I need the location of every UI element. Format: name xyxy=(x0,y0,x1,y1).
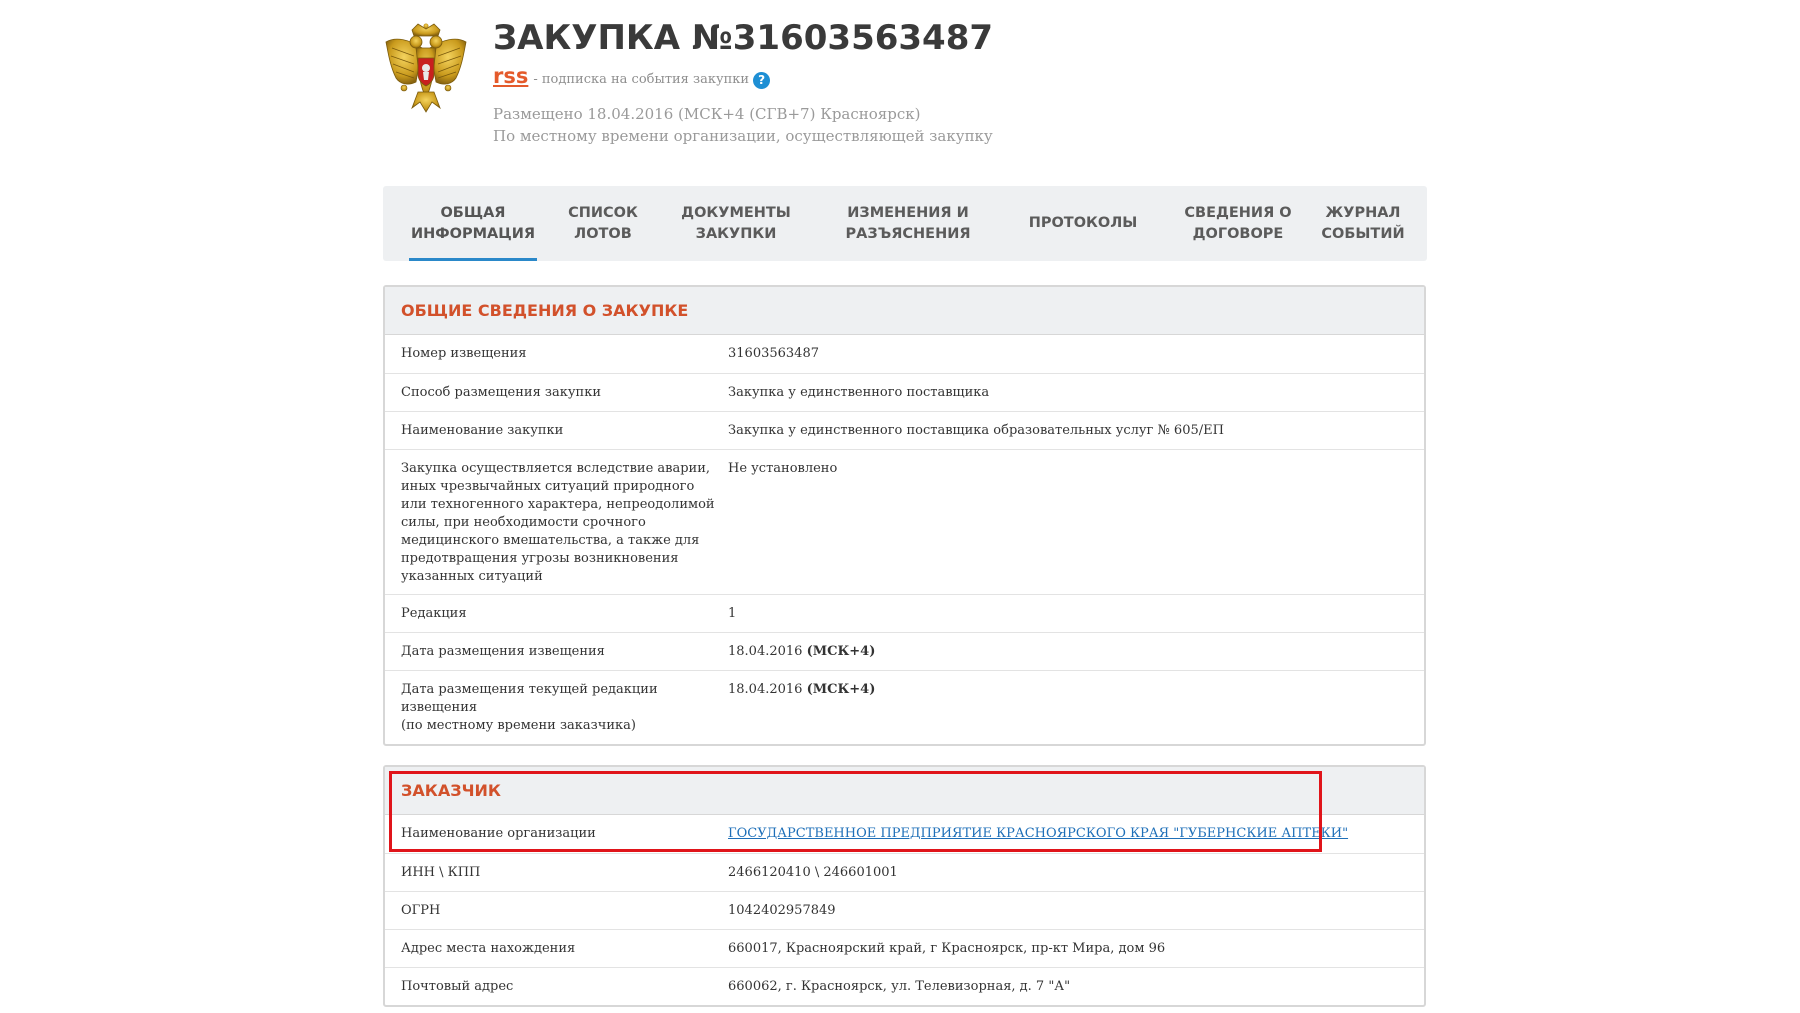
row-label: Дата размещения текущей редакции извещен… xyxy=(401,682,658,733)
row-value: ГОСУДАРСТВЕННОЕ ПРЕДПРИЯТИЕ КРАСНОЯРСКОГ… xyxy=(728,815,1348,853)
posted-info: Размещено 18.04.2016 (МСК+4 (СГВ+7) Крас… xyxy=(493,103,993,147)
row-label: Наименование организации xyxy=(401,826,596,841)
section-header: ЗАКАЗЧИК xyxy=(385,767,1424,815)
table-row: Адрес места нахождения 660017, Красноярс… xyxy=(385,929,1424,967)
table-row: Дата размещения текущей редакции извещен… xyxy=(385,670,1424,744)
rss-description: - подписка на события закупки xyxy=(533,72,750,87)
row-label: Дата размещения извещения xyxy=(401,644,605,659)
row-value: 2466120410 \ 246601001 xyxy=(728,865,898,880)
row-label: Наименование закупки xyxy=(401,423,564,438)
general-info-section: ОБЩИЕ СВЕДЕНИЯ О ЗАКУПКЕ Номер извещения… xyxy=(383,285,1426,746)
row-value: 660017, Красноярский край, г Красноярск,… xyxy=(728,941,1166,956)
row-value: Не установлено xyxy=(728,461,838,476)
row-value: Закупка у единственного поставщика образ… xyxy=(728,423,1224,438)
date-value: 18.04.2016 xyxy=(728,644,803,659)
table-row: Закупка осуществляется вследствие аварии… xyxy=(385,449,1424,594)
row-value: 31603563487 xyxy=(728,346,819,361)
row-value: 1 xyxy=(728,606,737,621)
tab-documents[interactable]: ДОКУМЕНТЫ ЗАКУПКИ xyxy=(666,186,806,261)
table-row: Способ размещения закупки Закупка у един… xyxy=(385,373,1424,411)
table-row: Номер извещения 31603563487 xyxy=(385,335,1424,373)
rss-link[interactable]: rss xyxy=(493,64,528,88)
organization-link[interactable]: ГОСУДАРСТВЕННОЕ ПРЕДПРИЯТИЕ КРАСНОЯРСКОГ… xyxy=(728,826,1348,841)
row-label: ОГРН xyxy=(401,903,441,918)
tab-event-log[interactable]: ЖУРНАЛ СОБЫТИЙ xyxy=(1308,186,1418,261)
page: ЗАКУПКА №31603563487 rss - подписка на с… xyxy=(0,0,1800,1013)
row-label: Номер извещения xyxy=(401,346,527,361)
row-value: 18.04.2016 (МСК+4) xyxy=(728,633,875,670)
timezone-value: (МСК+4) xyxy=(806,644,876,659)
table-row: Дата размещения извещения 18.04.2016 (МС… xyxy=(385,632,1424,670)
question-icon[interactable]: ? xyxy=(753,71,771,89)
table-row: Почтовый адрес 660062, г. Красноярск, ул… xyxy=(385,967,1424,1005)
table-row: ИНН \ КПП 2466120410 \ 246601001 xyxy=(385,853,1424,891)
coat-of-arms-icon xyxy=(385,23,467,113)
row-value: 18.04.2016 (МСК+4) xyxy=(728,671,875,744)
row-label: ИНН \ КПП xyxy=(401,865,481,880)
date-value: 18.04.2016 xyxy=(728,682,803,697)
row-value: Закупка у единственного поставщика xyxy=(728,385,990,400)
tab-bar: ОБЩАЯ ИНФОРМАЦИЯ СПИСОК ЛОТОВ ДОКУМЕНТЫ … xyxy=(383,186,1427,261)
row-value: 660062, г. Красноярск, ул. Телевизорная,… xyxy=(728,979,1071,994)
rss-subscription: rss - подписка на события закупки ? xyxy=(493,64,771,89)
tab-lot-list[interactable]: СПИСОК ЛОТОВ xyxy=(548,186,658,261)
posted-timezone-note: По местному времени организации, осущест… xyxy=(493,127,993,145)
table-row: Наименование закупки Закупка у единствен… xyxy=(385,411,1424,449)
table-row: ОГРН 1042402957849 xyxy=(385,891,1424,929)
tab-general-info[interactable]: ОБЩАЯ ИНФОРМАЦИЯ xyxy=(409,186,537,261)
tab-contract-info[interactable]: СВЕДЕНИЯ О ДОГОВОРЕ xyxy=(1163,186,1313,261)
section-header: ОБЩИЕ СВЕДЕНИЯ О ЗАКУПКЕ xyxy=(385,287,1424,335)
row-label: Адрес места нахождения xyxy=(401,941,576,956)
tab-protocols[interactable]: ПРОТОКОЛЫ xyxy=(1008,186,1158,261)
row-label: Закупка осуществляется вследствие аварии… xyxy=(401,461,715,584)
row-label: Способ размещения закупки xyxy=(401,385,601,400)
page-title: ЗАКУПКА №31603563487 xyxy=(493,18,994,58)
posted-date: Размещено 18.04.2016 (МСК+4 (СГВ+7) Крас… xyxy=(493,105,921,123)
tab-changes[interactable]: ИЗМЕНЕНИЯ И РАЗЪЯСНЕНИЯ xyxy=(823,186,993,261)
timezone-value: (МСК+4) xyxy=(806,682,876,697)
table-row: Наименование организации ГОСУДАРСТВЕННОЕ… xyxy=(385,815,1424,853)
row-label: Почтовый адрес xyxy=(401,979,514,994)
row-label: Редакция xyxy=(401,606,467,621)
table-row: Редакция 1 xyxy=(385,594,1424,632)
section-title: ОБЩИЕ СВЕДЕНИЯ О ЗАКУПКЕ xyxy=(401,301,689,320)
customer-section: ЗАКАЗЧИК Наименование организации ГОСУДА… xyxy=(383,765,1426,1007)
section-title: ЗАКАЗЧИК xyxy=(401,781,501,800)
row-value: 1042402957849 xyxy=(728,903,836,918)
